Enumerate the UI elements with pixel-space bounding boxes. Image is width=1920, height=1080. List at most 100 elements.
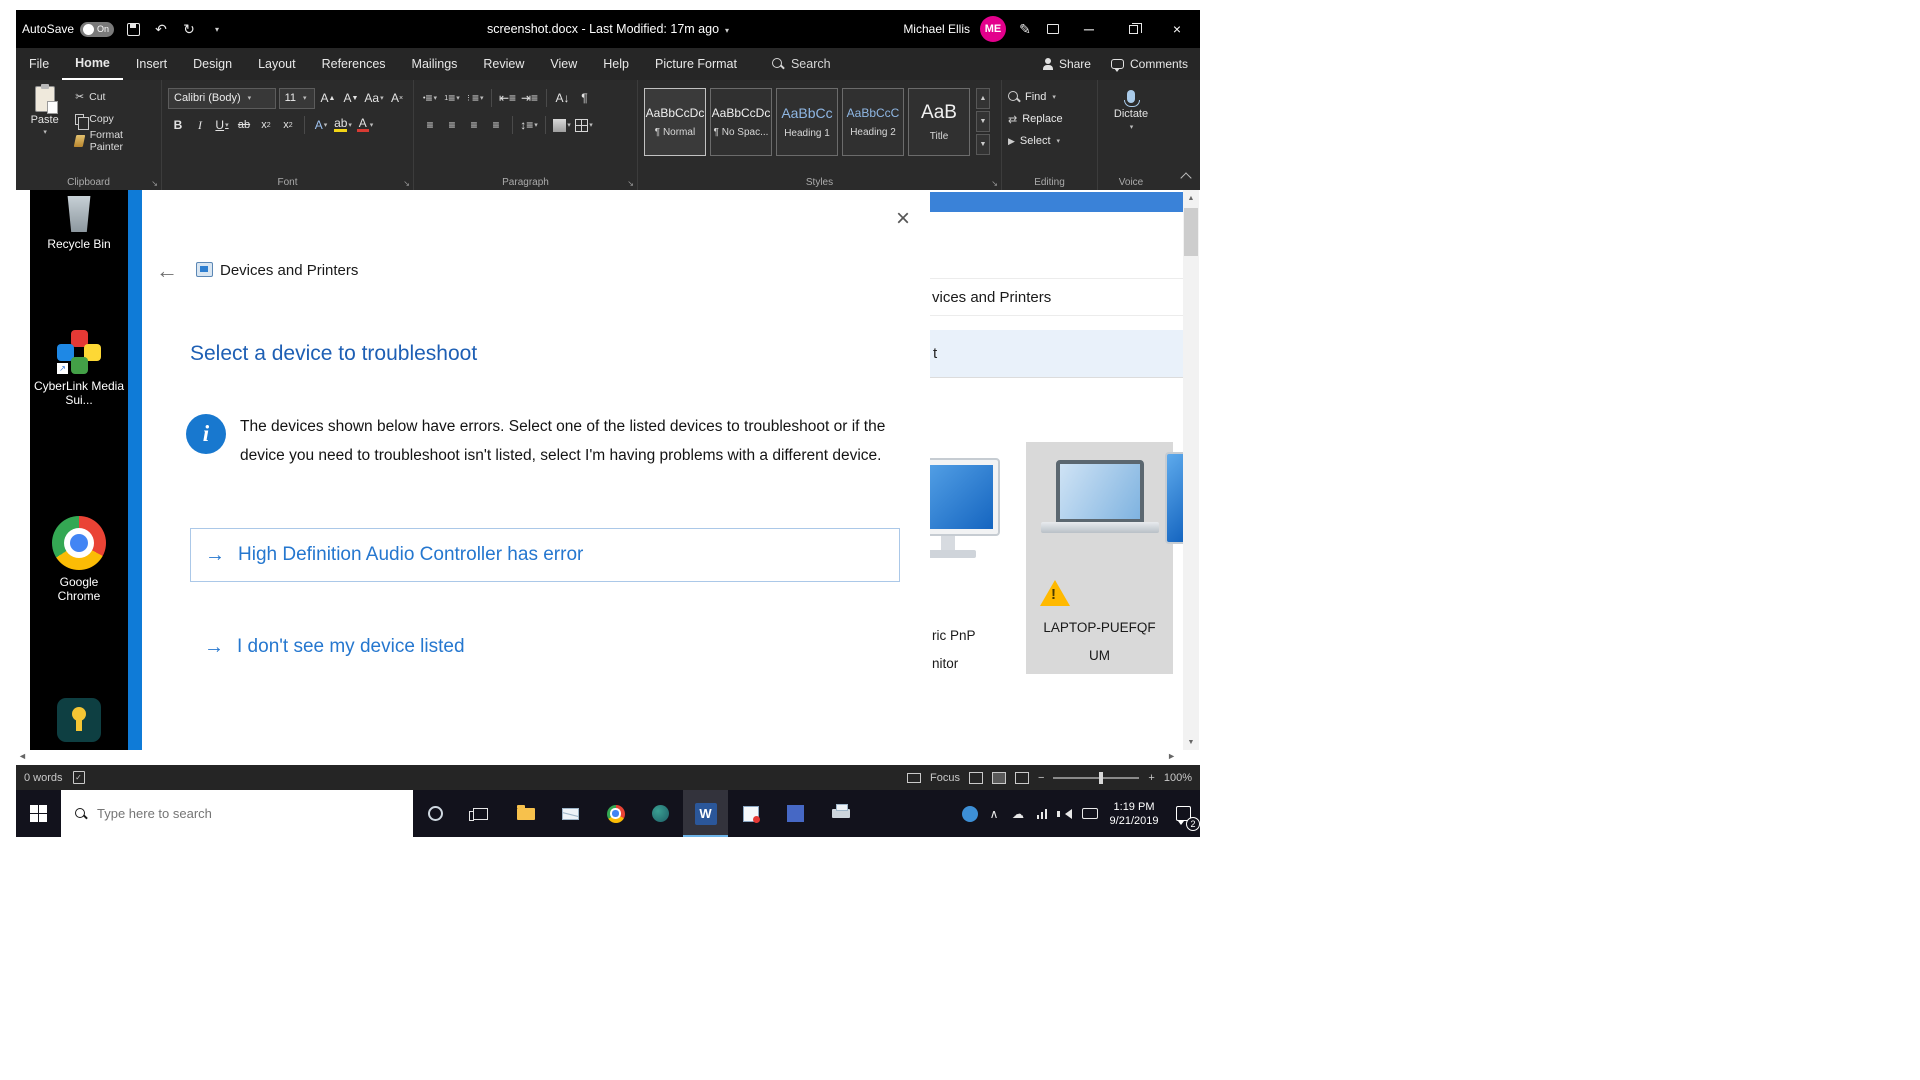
change-case-button[interactable]: Aa ▾ xyxy=(364,88,383,108)
network-button[interactable] xyxy=(1030,790,1054,837)
tab-home[interactable]: Home xyxy=(62,48,123,80)
undo-button[interactable]: ↶ xyxy=(152,18,170,40)
line-spacing-button[interactable]: ↕≡ ▾ xyxy=(520,115,538,135)
shading-button[interactable]: ▾ xyxy=(553,115,571,135)
clear-formatting-button[interactable]: A × xyxy=(388,88,406,108)
styles-scroll-up-icon[interactable]: ▲ xyxy=(976,88,990,109)
vertical-scrollbar[interactable]: ▲ ▼ xyxy=(1183,190,1199,750)
bold-button[interactable]: B xyxy=(169,115,187,135)
text-effects-button[interactable]: A ▾ xyxy=(312,115,330,135)
word-count[interactable]: 0 words xyxy=(24,772,63,784)
desktop-icon-cyberlink[interactable]: ↗ CyberLink Media Sui... xyxy=(30,330,128,407)
paste-button[interactable]: Paste ▾ xyxy=(22,84,67,150)
tab-references[interactable]: References xyxy=(309,48,399,80)
show-formatting-marks-button[interactable]: ¶ xyxy=(576,88,594,108)
font-color-button[interactable]: A ▾ xyxy=(356,115,374,135)
style-title[interactable]: AaB Title xyxy=(908,88,970,156)
read-mode-icon[interactable] xyxy=(968,771,983,784)
pen-mode-icon[interactable]: ✎ xyxy=(1016,18,1034,40)
highlight-color-button[interactable]: ab ▾ xyxy=(334,115,352,135)
toolbar-row[interactable]: t xyxy=(930,330,1183,378)
dialog-close-button[interactable]: × xyxy=(890,205,916,232)
borders-button[interactable]: ▾ xyxy=(575,115,593,135)
chrome-button[interactable] xyxy=(593,790,638,837)
tab-insert[interactable]: Insert xyxy=(123,48,180,80)
font-name-combo[interactable]: Calibri (Body) ▾ xyxy=(168,87,276,109)
avatar[interactable]: ME xyxy=(980,16,1006,42)
tab-picture-format[interactable]: Picture Format xyxy=(642,48,750,80)
strikethrough-button[interactable]: ab xyxy=(235,115,253,135)
collapse-ribbon-icon[interactable] xyxy=(1180,172,1192,184)
tab-mailings[interactable]: Mailings xyxy=(399,48,471,80)
comments-button[interactable]: Comments xyxy=(1110,57,1188,72)
close-button[interactable]: × xyxy=(1160,14,1194,44)
file-explorer-button[interactable] xyxy=(503,790,548,837)
desktop-icon-partial-app[interactable] xyxy=(30,698,128,742)
font-size-combo[interactable]: 11 ▾ xyxy=(278,87,315,109)
taskbar-clock[interactable]: 1:19 PM 9/21/2019 xyxy=(1102,800,1166,828)
cortana-button[interactable] xyxy=(413,790,458,837)
taskbar-search[interactable] xyxy=(61,790,413,837)
find-button[interactable]: Find ▾ xyxy=(1008,86,1091,108)
option-high-definition-audio[interactable]: → High Definition Audio Controller has e… xyxy=(190,528,900,582)
circle-app-button[interactable] xyxy=(638,790,683,837)
action-center-button[interactable]: 2 xyxy=(1166,790,1200,837)
style-heading-2[interactable]: AaBbCcC Heading 2 xyxy=(842,88,904,156)
underline-button[interactable]: U ▾ xyxy=(213,115,231,135)
style-normal[interactable]: AaBbCcDc ¶ Normal xyxy=(644,88,706,156)
tab-review[interactable]: Review xyxy=(470,48,537,80)
italic-button[interactable]: I xyxy=(191,115,209,135)
zoom-level[interactable]: 100% xyxy=(1164,772,1192,784)
start-button[interactable] xyxy=(16,790,61,837)
app-blue-tile-button[interactable] xyxy=(773,790,818,837)
zoom-in-button[interactable]: + xyxy=(1148,772,1154,784)
volume-button[interactable] xyxy=(1054,790,1078,837)
tab-view[interactable]: View xyxy=(537,48,590,80)
scroll-left-icon[interactable]: ◄ xyxy=(18,751,27,761)
styles-scroll-down-icon[interactable]: ▼ xyxy=(976,111,990,132)
back-arrow-icon[interactable]: ← xyxy=(156,260,178,282)
shrink-font-button[interactable]: A ▼ xyxy=(342,88,360,108)
align-right-button[interactable]: ≡ xyxy=(465,115,483,135)
save-button[interactable] xyxy=(124,18,142,40)
device-laptop[interactable]: LAPTOP-PUEFQF UM xyxy=(1026,442,1173,674)
sort-button[interactable]: A↓ xyxy=(554,88,572,108)
search-input[interactable] xyxy=(97,806,377,821)
devices-and-printers-button[interactable] xyxy=(818,790,863,837)
touch-keyboard-button[interactable] xyxy=(1078,790,1102,837)
justify-button[interactable]: ≡ xyxy=(487,115,505,135)
word-button[interactable]: W xyxy=(683,790,728,837)
mail-button[interactable] xyxy=(548,790,593,837)
redo-button[interactable]: ↻ xyxy=(180,18,198,40)
task-view-button[interactable] xyxy=(458,790,503,837)
zoom-slider[interactable] xyxy=(1053,771,1140,784)
multilevel-list-button[interactable]: ⋮ ≡ ▾ xyxy=(465,88,484,108)
dictate-button[interactable]: Dictate ▾ xyxy=(1104,90,1158,131)
styles-gallery-more-icon[interactable]: ▼ xyxy=(976,134,990,155)
paragraph-dialog-launcher-icon[interactable]: ↘ xyxy=(627,179,634,188)
style-no-spacing[interactable]: AaBbCcDc ¶ No Spac... xyxy=(710,88,772,156)
tab-help[interactable]: Help xyxy=(590,48,642,80)
tab-file[interactable]: File xyxy=(16,48,62,80)
select-button[interactable]: ▶ Select ▾ xyxy=(1008,130,1091,152)
tray-app-button[interactable] xyxy=(958,790,982,837)
numbering-button[interactable]: 1 ≡ ▾ xyxy=(443,88,461,108)
ribbon-search[interactable]: Search xyxy=(771,48,831,80)
hidden-icons-button[interactable]: ∧ xyxy=(982,790,1006,837)
align-center-button[interactable]: ≡ xyxy=(443,115,461,135)
increase-indent-button[interactable]: ⇥≡ xyxy=(521,88,539,108)
share-button[interactable]: Share xyxy=(1042,57,1091,71)
decrease-indent-button[interactable]: ⇤≡ xyxy=(499,88,517,108)
option-device-not-listed[interactable]: → I don't see my device listed xyxy=(190,620,900,674)
cut-button[interactable]: ✂ Cut xyxy=(75,88,155,106)
tab-layout[interactable]: Layout xyxy=(245,48,309,80)
bullets-button[interactable]: • ≡ ▾ xyxy=(421,88,439,108)
font-dialog-launcher-icon[interactable]: ↘ xyxy=(403,179,410,188)
restore-button[interactable] xyxy=(1116,14,1150,44)
superscript-button[interactable]: x2 xyxy=(279,115,297,135)
focus-label[interactable]: Focus xyxy=(930,772,960,784)
autosave-toggle[interactable]: AutoSave On xyxy=(22,21,115,37)
print-layout-icon[interactable] xyxy=(991,771,1006,784)
partial-device-icon[interactable] xyxy=(1165,452,1183,544)
scrollbar-thumb[interactable] xyxy=(1184,208,1198,256)
